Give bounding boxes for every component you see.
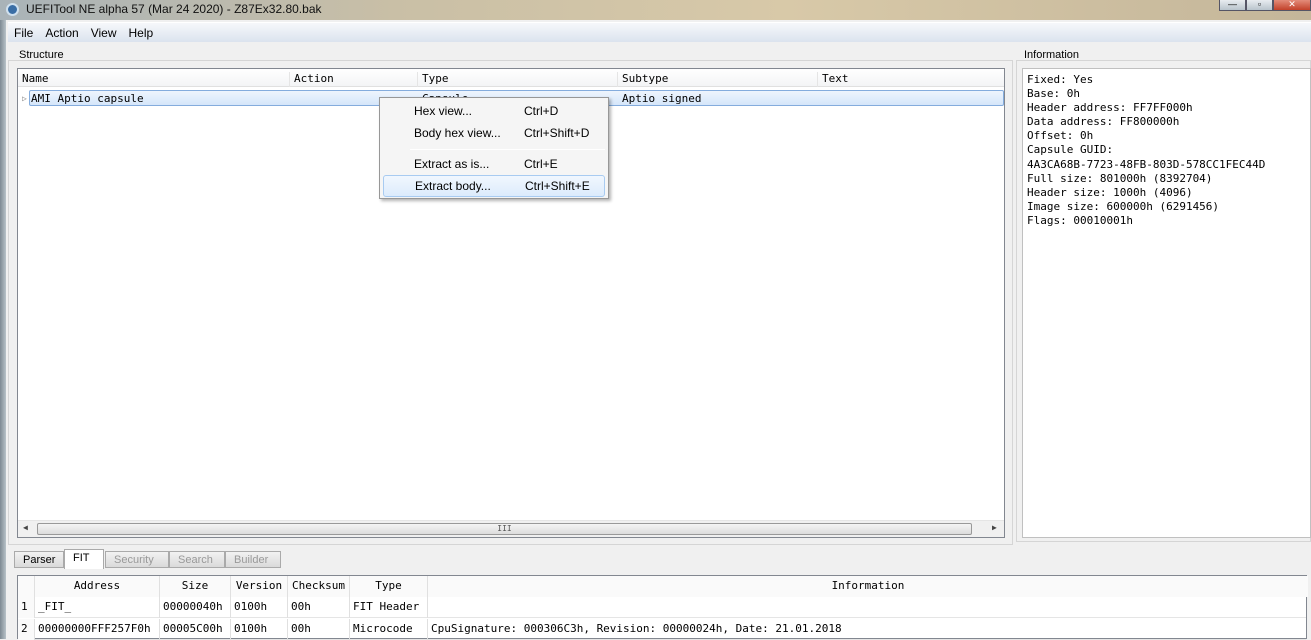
scroll-thumb[interactable]: III — [37, 523, 972, 535]
horizontal-scrollbar[interactable]: ◀ III ▶ — [18, 520, 1004, 537]
minimize-button[interactable]: — — [1219, 0, 1246, 11]
menu-action[interactable]: Action — [39, 23, 84, 43]
col-subtype[interactable]: Subtype — [618, 72, 818, 87]
title-bar: UEFITool NE alpha 57 (Mar 24 2020) - Z87… — [0, 0, 1311, 20]
item-label: Hex view... — [414, 104, 473, 118]
window-border — [0, 20, 6, 639]
cell-information: CpuSignature: 000306C3h, Revision: 00000… — [431, 622, 842, 635]
cell-size: 00005C00h — [160, 619, 231, 640]
fit-col-version[interactable]: Version — [231, 576, 288, 597]
item-label: Body hex view... — [414, 126, 501, 140]
menu-help[interactable]: Help — [123, 23, 160, 43]
information-text[interactable]: Fixed: Yes Base: 0h Header address: FF7F… — [1022, 68, 1311, 538]
structure-label: Structure — [19, 49, 64, 61]
fit-header: Address Size Version Checksum Type Infor… — [18, 576, 1308, 597]
menu-item-hex-view[interactable]: Hex view... Ctrl+D — [383, 101, 605, 123]
col-action[interactable]: Action — [290, 72, 418, 87]
cell-index: 2 — [18, 619, 35, 640]
tab-parser[interactable]: Parser — [14, 551, 64, 568]
cell-version: 0100h — [231, 619, 288, 640]
cell-version: 0100h — [231, 597, 288, 618]
fit-row[interactable]: 2 00000000FFF257F0h 00005C00h 0100h 00h … — [18, 619, 1306, 640]
cell-address: 00000000FFF257F0h — [35, 619, 160, 640]
window-title: UEFITool NE alpha 57 (Mar 24 2020) - Z87… — [26, 2, 322, 16]
tab-builder[interactable]: Builder — [225, 551, 281, 568]
item-label: Extract body... — [415, 179, 491, 193]
scroll-right-icon[interactable]: ▶ — [992, 523, 997, 532]
close-button[interactable]: ✕ — [1273, 0, 1311, 11]
fit-col-index — [18, 576, 35, 597]
col-type[interactable]: Type — [418, 72, 618, 87]
cell-type: FIT Header — [350, 597, 428, 618]
row-name: AMI Aptio capsule — [31, 92, 144, 105]
tab-fit[interactable]: FIT — [64, 549, 104, 569]
menu-bar: File Action View Help — [8, 22, 1311, 42]
cell-size: 00000040h — [160, 597, 231, 618]
menu-item-extract-as-is[interactable]: Extract as is... Ctrl+E — [383, 154, 605, 176]
fit-col-address[interactable]: Address — [35, 576, 160, 597]
col-text[interactable]: Text — [818, 72, 1004, 87]
scroll-left-icon[interactable]: ◀ — [23, 523, 28, 532]
item-label: Extract as is... — [414, 157, 490, 171]
item-shortcut: Ctrl+Shift+E — [525, 179, 590, 193]
cell-address: _FIT_ — [35, 597, 160, 618]
item-shortcut: Ctrl+Shift+D — [524, 126, 590, 140]
row-subtype: Aptio signed — [622, 92, 702, 105]
menu-separator — [410, 149, 605, 150]
item-shortcut: Ctrl+E — [524, 157, 558, 171]
fit-col-information[interactable]: Information — [428, 576, 1308, 597]
expand-arrow-icon[interactable]: ▷ — [22, 94, 27, 103]
cell-checksum: 00h — [288, 597, 350, 618]
tab-search[interactable]: Search — [169, 551, 225, 568]
tree-header: Name Action Type Subtype Text — [18, 69, 1004, 87]
maximize-button[interactable]: ▫ — [1246, 0, 1273, 11]
tab-security[interactable]: Security — [105, 551, 169, 568]
menu-item-extract-body[interactable]: Extract body... Ctrl+Shift+E — [383, 175, 605, 197]
menu-view[interactable]: View — [85, 23, 123, 43]
cell-type: Microcode — [350, 619, 428, 640]
col-name[interactable]: Name — [18, 72, 290, 87]
menu-item-body-hex-view[interactable]: Body hex view... Ctrl+Shift+D — [383, 123, 605, 145]
cell-index: 1 — [18, 597, 35, 618]
context-menu: Hex view... Ctrl+D Body hex view... Ctrl+S… — [379, 97, 609, 199]
app-icon — [6, 3, 19, 16]
menu-file[interactable]: File — [8, 23, 39, 43]
cell-information — [428, 597, 1308, 618]
item-shortcut: Ctrl+D — [524, 104, 559, 118]
information-label: Information — [1024, 49, 1080, 61]
fit-col-checksum[interactable]: Checksum — [288, 576, 350, 597]
fit-col-size[interactable]: Size — [160, 576, 231, 597]
fit-col-type[interactable]: Type — [350, 576, 428, 597]
fit-row[interactable]: 1 _FIT_ 00000040h 0100h 00h FIT Header — [18, 597, 1306, 618]
fit-table[interactable]: Address Size Version Checksum Type Infor… — [17, 575, 1308, 640]
cell-checksum: 00h — [288, 619, 350, 640]
